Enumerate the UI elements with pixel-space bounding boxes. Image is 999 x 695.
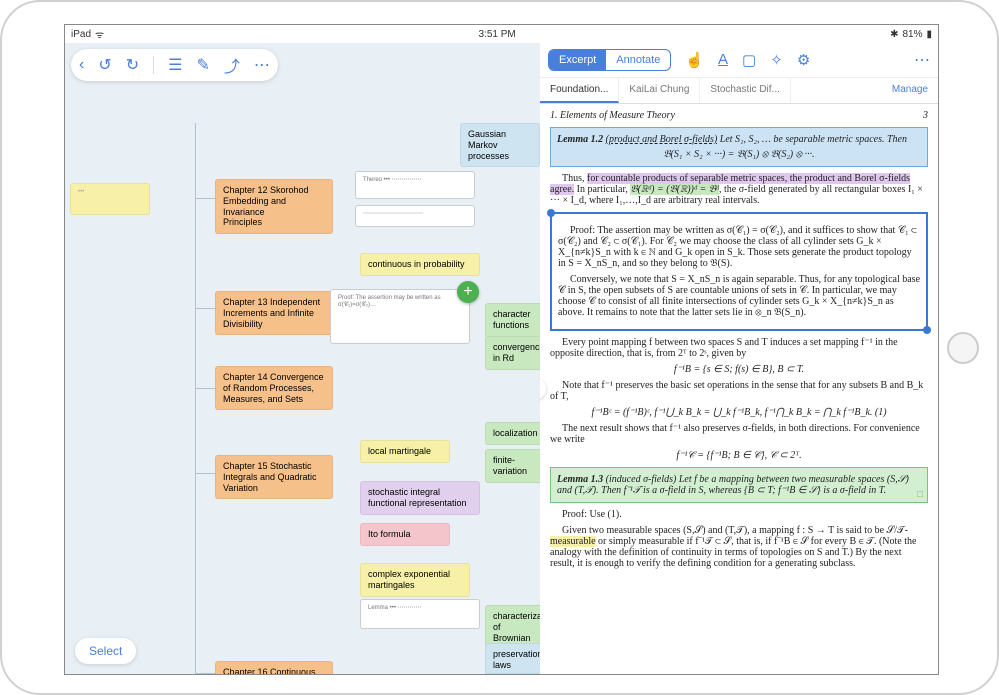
paragraph: Given two measurable spaces (S,𝒮) and (T… [550,525,928,569]
node-gaussian[interactable]: Gaussian Markovprocesses [460,123,540,167]
node-charfn[interactable]: character functions [485,303,540,337]
home-button[interactable] [947,332,979,364]
document-pane: Excerpt Annotate ☝ A ▢ ✧ ⚙ ⋯ Foundation.… [540,43,938,674]
segment-annotate[interactable]: Annotate [606,50,670,70]
segment-excerpt[interactable]: Excerpt [549,50,606,70]
node-ch13[interactable]: Chapter 13 IndependentIncrements and Inf… [215,291,333,335]
lasso-icon[interactable]: ✧ [770,51,783,69]
paragraph: Note that f⁻¹ preserves the basic set op… [550,380,928,402]
screen: iPad ᯤ 3:51 PM ✱ 81% ▮ ‹ ↺ ↻ ☰ ✎ ⤴ [64,24,939,675]
mindmap-toolbar: ‹ ↺ ↻ ☰ ✎ ⤴ ⋯ [71,49,278,81]
bluetooth-icon: ✱ [890,29,898,40]
node-finitevar[interactable]: finite-variation [485,449,540,483]
node-convrd[interactable]: convergence in Rd [485,336,540,370]
selection-box[interactable]: Proof: The assertion may be written as σ… [550,212,928,331]
settings-icon[interactable]: ⚙ [797,51,810,69]
back-icon[interactable]: ‹ [79,56,84,74]
lemma-1-3[interactable]: Lemma 1.3 (induced σ-fields) Let f be a … [550,467,928,503]
add-node-button[interactable]: + [457,281,479,303]
excerpt-card[interactable]: Proof: The assertion may be written as σ… [330,289,470,344]
paragraph: Proof: Use (1). [550,509,928,520]
excerpt-card[interactable]: Lemma ••• ⋯⋯⋯⋯ [360,599,480,629]
tab-manage[interactable]: Manage [882,78,938,103]
selection-handle[interactable] [923,326,931,334]
equation: f⁻¹B = {s ∈ S; f(s) ∈ B}, B ⊂ T. [550,364,928,375]
undo-icon[interactable]: ↺ [98,55,111,75]
more-icon[interactable]: ⋯ [914,50,930,70]
node-localization[interactable]: localization [485,422,540,445]
page-number: 3 [923,110,928,121]
excerpt-card[interactable]: ⋯⋯⋯⋯⋯⋯⋯⋯⋯⋯ [355,205,475,227]
tab-kailai[interactable]: KaiLai Chung [619,78,700,103]
node-limg[interactable]: LimgO+* exp.Limgt... [485,673,540,674]
node-complex[interactable]: complex exponentialmartingales [360,563,470,597]
document-body[interactable]: ‹ › 1. Elements of Measure Theory 3 Lemm… [540,104,938,674]
node-ch16[interactable]: Chapter 16 ContinuousMartingales and Bro… [215,661,333,674]
wifi-icon: ᯤ [95,27,104,41]
section-title: 1. Elements of Measure Theory [550,110,675,121]
node-ch12[interactable]: Chapter 12 SkorohodEmbedding and Invaria… [215,179,333,234]
node-ch14[interactable]: Chapter 14 Convergenceof Random Processe… [215,366,333,410]
hand-icon[interactable]: ☝ [685,51,704,69]
document-tabs: Foundation... KaiLai Chung Stochastic Di… [540,78,938,104]
paragraph: Thus, for countable products of separabl… [550,173,928,206]
battery-icon: ▮ [926,29,932,40]
page-nav[interactable]: ‹ › [540,379,546,400]
more-icon[interactable]: ⋯ [254,55,270,75]
node-stochint[interactable]: stochastic integralfunctional representa… [360,481,480,515]
mode-segment: Excerpt Annotate [548,49,671,71]
paragraph: Every point mapping f between two spaces… [550,337,928,359]
node-localmart[interactable]: local martingale [360,440,450,463]
share-icon[interactable]: ⤴ [224,53,240,77]
selection-handle[interactable] [547,209,555,217]
note-card[interactable]: ••• [70,183,150,215]
redo-icon[interactable]: ↻ [126,55,139,75]
edit-icon[interactable]: ✎ [196,55,209,75]
crop-icon[interactable]: ▢ [742,51,756,69]
ipad-frame: iPad ᯤ 3:51 PM ✱ 81% ▮ ‹ ↺ ↻ ☰ ✎ ⤴ [0,0,999,695]
equation: f⁻¹Bᶜ = (f⁻¹B)ᶜ, f⁻¹⋃_k B_k = ⋃_k f⁻¹B_k… [550,407,928,418]
select-button[interactable]: Select [75,638,136,664]
doc-toolbar: Excerpt Annotate ☝ A ▢ ✧ ⚙ ⋯ [540,43,938,78]
outline-icon[interactable]: ☰ [168,55,182,75]
node-contprob[interactable]: continuous in probability [360,253,480,276]
paragraph: The next result shows that f⁻¹ also pres… [550,423,928,445]
excerpt-card[interactable]: Thereo ••• ⋯⋯⋯⋯⋯ [355,171,475,199]
mindmap-pane[interactable]: ‹ ↺ ↻ ☰ ✎ ⤴ ⋯ Select ••• [65,43,540,674]
tab-stochastic[interactable]: Stochastic Dif... [700,78,790,103]
tab-foundation[interactable]: Foundation... [540,78,619,103]
node-preserv[interactable]: preservation laws [485,643,540,674]
lemma-1-2[interactable]: Lemma 1.2 (product and Borel σ-fields) L… [550,127,928,167]
status-bar: iPad ᯤ 3:51 PM ✱ 81% ▮ [65,25,938,43]
clock: 3:51 PM [478,29,515,40]
equation: f⁻¹𝒞 = {f⁻¹B; B ∈ 𝒞}, 𝒞 ⊂ 2ᵀ. [550,450,928,461]
node-ch15[interactable]: Chapter 15 StochasticIntegrals and Quadr… [215,455,333,499]
device-label: iPad [71,29,91,40]
battery-label: 81% [902,29,922,40]
node-ito[interactable]: Ito formula [360,523,450,546]
text-style-icon[interactable]: A [718,51,728,69]
